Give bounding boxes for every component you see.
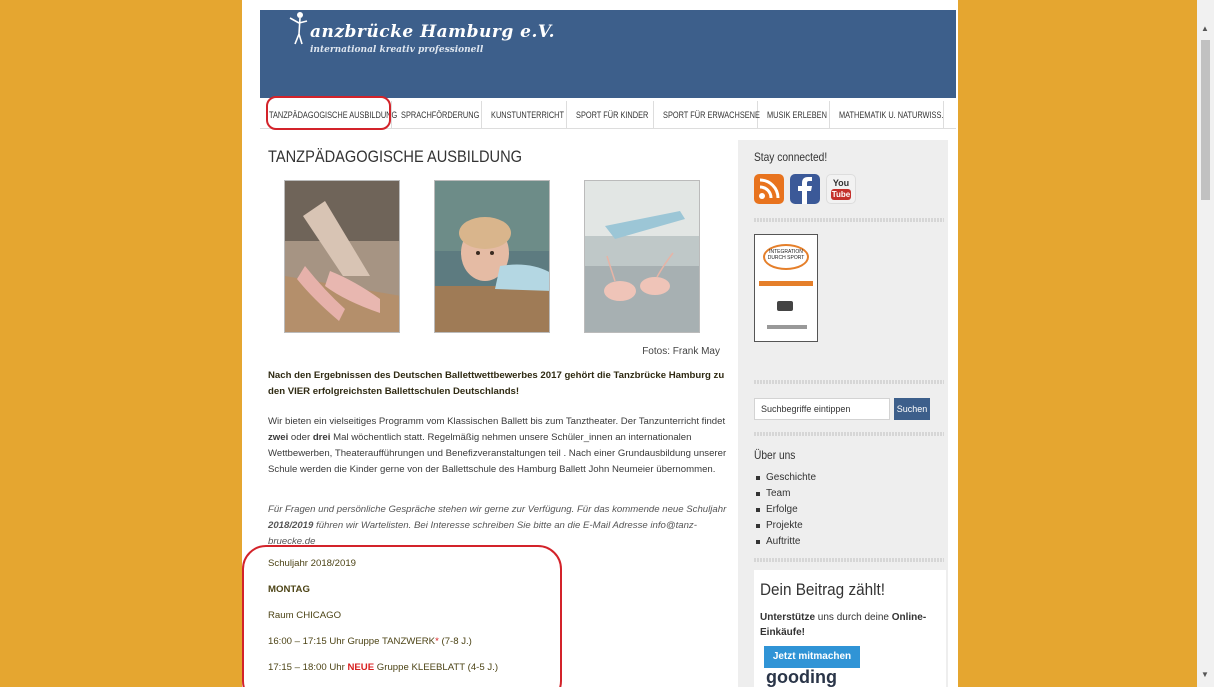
nav-item-sport-fuer-kinder[interactable]: Sport für Kinder	[567, 101, 654, 129]
vertical-scrollbar[interactable]: ▲ ▼	[1197, 0, 1214, 687]
search-input[interactable]: Suchbegriffe eintippen	[754, 398, 890, 420]
youtube-you-label: You	[832, 178, 850, 188]
contact-text-a: Für Fragen und persönliche Gespräche ste…	[268, 504, 727, 515]
donate-text: Unterstütze uns durch deine Online-Einkä…	[760, 610, 944, 640]
program-text-e: Mal wöchentlich statt. Regelmäßig nehmen…	[268, 432, 727, 475]
ballet-shoes-photo	[584, 180, 700, 333]
nav-item-sport-fuer-erwachsene[interactable]: Sport für Erwachsene	[654, 101, 760, 129]
about-list: Geschichte Team Erfolge Projekte Auftrit…	[754, 470, 816, 550]
about-title: Über uns	[754, 448, 796, 462]
nav-item-label: Mathematik u. Naturwiss.	[839, 110, 944, 120]
nav-item-label: Sport für Kinder	[576, 110, 649, 120]
program-paragraph: Wir bieten ein vielseitiges Programm vom…	[268, 414, 738, 478]
nav-item-label: Musik erleben	[767, 110, 827, 120]
nav-item-sprachfoerderung[interactable]: Sprachförderung	[392, 101, 482, 129]
about-link-team[interactable]: Team	[754, 486, 816, 502]
intro-text: Nach den Ergebnissen des Deutschen Balle…	[268, 370, 725, 397]
nav-highlight-box	[266, 96, 391, 130]
badge-orange-bar	[759, 281, 813, 286]
nav-item-musik-erleben[interactable]: Musik erleben	[758, 101, 830, 129]
photo-credit: Fotos: Frank May	[642, 346, 720, 357]
sidebar-divider	[754, 558, 944, 562]
about-link-geschichte[interactable]: Geschichte	[754, 470, 816, 486]
nav-item-label: Sprachförderung	[401, 110, 480, 120]
site-header: anzbrücke Hamburg e.V. international kre…	[260, 10, 956, 98]
about-link-erfolge[interactable]: Erfolge	[754, 502, 816, 518]
nav-item-label: Sport für Erwachsene	[663, 110, 760, 120]
about-link-projekte[interactable]: Projekte	[754, 518, 816, 534]
badge-line-2: DURCH SPORT	[767, 255, 805, 261]
sidebar-divider	[754, 432, 944, 436]
ballet-feet-photo	[284, 180, 400, 333]
program-text-c: oder	[288, 432, 313, 443]
youtube-icon[interactable]: You Tube	[826, 174, 856, 204]
youtube-tube-label: Tube	[831, 189, 851, 200]
nav-item-label: Kunstunterricht	[491, 110, 564, 120]
site-title[interactable]: anzbrücke Hamburg e.V.	[310, 22, 555, 42]
integration-badge[interactable]: INTEGRATION DURCH SPORT	[754, 234, 818, 342]
sidebar: Stay connected! You Tube INTEGRATION DUR…	[738, 140, 948, 687]
schedule-highlight-box	[242, 545, 562, 687]
contact-text-c: führen wir Wartelisten. Bei Interesse sc…	[268, 520, 697, 547]
contact-paragraph: Für Fragen und persönliche Gespräche ste…	[268, 502, 738, 550]
scroll-up-icon[interactable]: ▲	[1201, 24, 1209, 33]
child-photo	[434, 180, 550, 333]
program-text-d: drei	[312, 432, 331, 443]
badge-fineprint	[767, 325, 807, 329]
nav-item-kunstunterricht[interactable]: Kunstunterricht	[482, 101, 567, 129]
donate-title: Dein Beitrag zählt!	[760, 580, 886, 599]
scroll-down-icon[interactable]: ▼	[1201, 670, 1209, 679]
sidebar-divider	[754, 380, 944, 384]
page-title: TANZPÄDAGOGISCHE AUSBILDUNG	[268, 147, 523, 166]
donate-text-a: Unterstütze	[760, 612, 816, 623]
donate-button[interactable]: Jetzt mitmachen	[764, 646, 860, 668]
facebook-icon[interactable]	[790, 174, 820, 204]
dancer-logo-icon	[289, 12, 308, 45]
rss-icon[interactable]	[754, 174, 784, 204]
donate-widget: Dein Beitrag zählt! Unterstütze uns durc…	[754, 570, 946, 687]
nav-item-mathematik[interactable]: Mathematik u. Naturwiss.	[830, 101, 944, 129]
program-text-a: Wir bieten ein vielseitiges Programm vom…	[268, 416, 726, 427]
gooding-logo[interactable]: gooding	[766, 667, 837, 687]
about-link-auftritte[interactable]: Auftritte	[754, 534, 816, 550]
site-tagline: international kreativ professionell	[310, 45, 484, 55]
search-button[interactable]: Suchen	[894, 398, 930, 420]
page-container: anzbrücke Hamburg e.V. international kre…	[242, 0, 958, 687]
contact-text-b: 2018/2019	[268, 520, 314, 531]
sidebar-divider	[754, 218, 944, 222]
program-text-b: zwei	[268, 432, 289, 443]
scroll-thumb[interactable]	[1201, 40, 1210, 200]
badge-eagle-icon	[777, 301, 793, 311]
donate-text-b: uns durch deine	[815, 612, 892, 623]
stay-connected-title: Stay connected!	[754, 150, 828, 164]
